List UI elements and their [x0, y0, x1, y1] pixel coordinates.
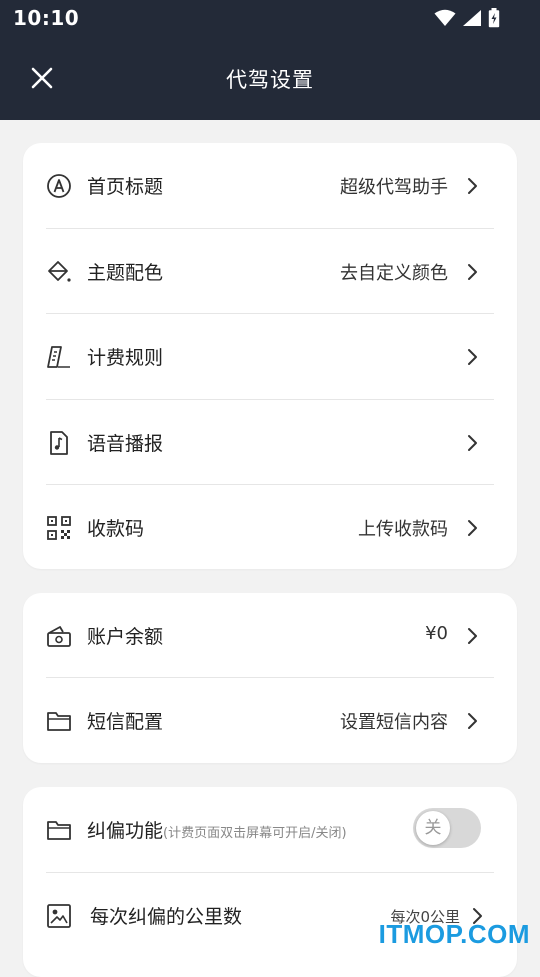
row-label: 语音播报 — [87, 429, 163, 456]
chevron-right-icon — [465, 711, 479, 731]
row-correction-toggle: 纠偏功能(计费页面双击屏幕可开启/关闭) 关 — [46, 787, 494, 873]
signal-icon — [462, 9, 482, 27]
watermark: ITMOP.COM — [379, 919, 530, 950]
row-value: ¥0 — [425, 623, 448, 644]
row-label: 短信配置 — [87, 707, 163, 734]
row-label: 首页标题 — [87, 172, 163, 199]
row-account-balance[interactable]: 账户余额 ¥0 — [46, 593, 494, 678]
row-theme-color[interactable]: 主题配色 去自定义颜色 — [46, 229, 494, 315]
toggle-knob: 关 — [416, 811, 450, 845]
row-label: 计费规则 — [87, 343, 163, 370]
row-label: 纠偏功能(计费页面双击屏幕可开启/关闭) — [87, 816, 347, 843]
row-sms-config[interactable]: 短信配置 设置短信内容 — [46, 678, 494, 763]
folder-icon — [46, 708, 72, 734]
compass-icon — [46, 173, 72, 199]
row-payment-code[interactable]: 收款码 上传收款码 — [46, 485, 494, 571]
row-value: 超级代驾助手 — [340, 173, 448, 199]
music-file-icon — [46, 430, 72, 456]
chevron-right-icon — [465, 176, 479, 196]
correction-hint: (计费页面双击屏幕可开启/关闭) — [163, 826, 347, 841]
chevron-right-icon — [465, 262, 479, 282]
wifi-icon — [434, 9, 456, 27]
correction-label: 纠偏功能 — [87, 820, 163, 842]
row-voice-broadcast[interactable]: 语音播报 — [46, 400, 494, 486]
row-value: 去自定义颜色 — [340, 259, 448, 285]
status-icons — [434, 8, 500, 28]
app-bar: 代驾设置 — [0, 36, 540, 120]
correction-toggle[interactable]: 关 — [413, 808, 481, 848]
settings-card-account: 账户余额 ¥0 短信配置 设置短信内容 — [23, 593, 517, 763]
battery-icon — [488, 8, 500, 28]
row-value: 上传收款码 — [358, 515, 448, 541]
row-home-title[interactable]: 首页标题 超级代驾助手 — [46, 143, 494, 229]
row-label: 每次纠偏的公里数 — [90, 902, 242, 929]
row-label: 主题配色 — [87, 258, 163, 285]
status-time: 10:10 — [13, 6, 79, 30]
image-frame-icon — [46, 903, 72, 929]
status-bar: 10:10 — [0, 0, 540, 36]
chevron-right-icon — [465, 518, 479, 538]
wallet-icon — [46, 623, 72, 649]
folder-icon — [46, 817, 72, 843]
qr-code-icon — [46, 515, 72, 541]
row-label: 收款码 — [87, 514, 144, 541]
paint-bucket-icon — [46, 259, 72, 285]
row-billing-rules[interactable]: 计费规则 — [46, 314, 494, 400]
chevron-right-icon — [465, 347, 479, 367]
chevron-right-icon — [465, 433, 479, 453]
row-label: 账户余额 — [87, 622, 163, 649]
ruler-icon — [46, 344, 72, 370]
row-value: 设置短信内容 — [340, 708, 448, 734]
page-title: 代驾设置 — [0, 64, 540, 94]
settings-card-general: 首页标题 超级代驾助手 主题配色 去自定义颜色 计费规则 语音播报 — [23, 143, 517, 569]
chevron-right-icon — [465, 626, 479, 646]
